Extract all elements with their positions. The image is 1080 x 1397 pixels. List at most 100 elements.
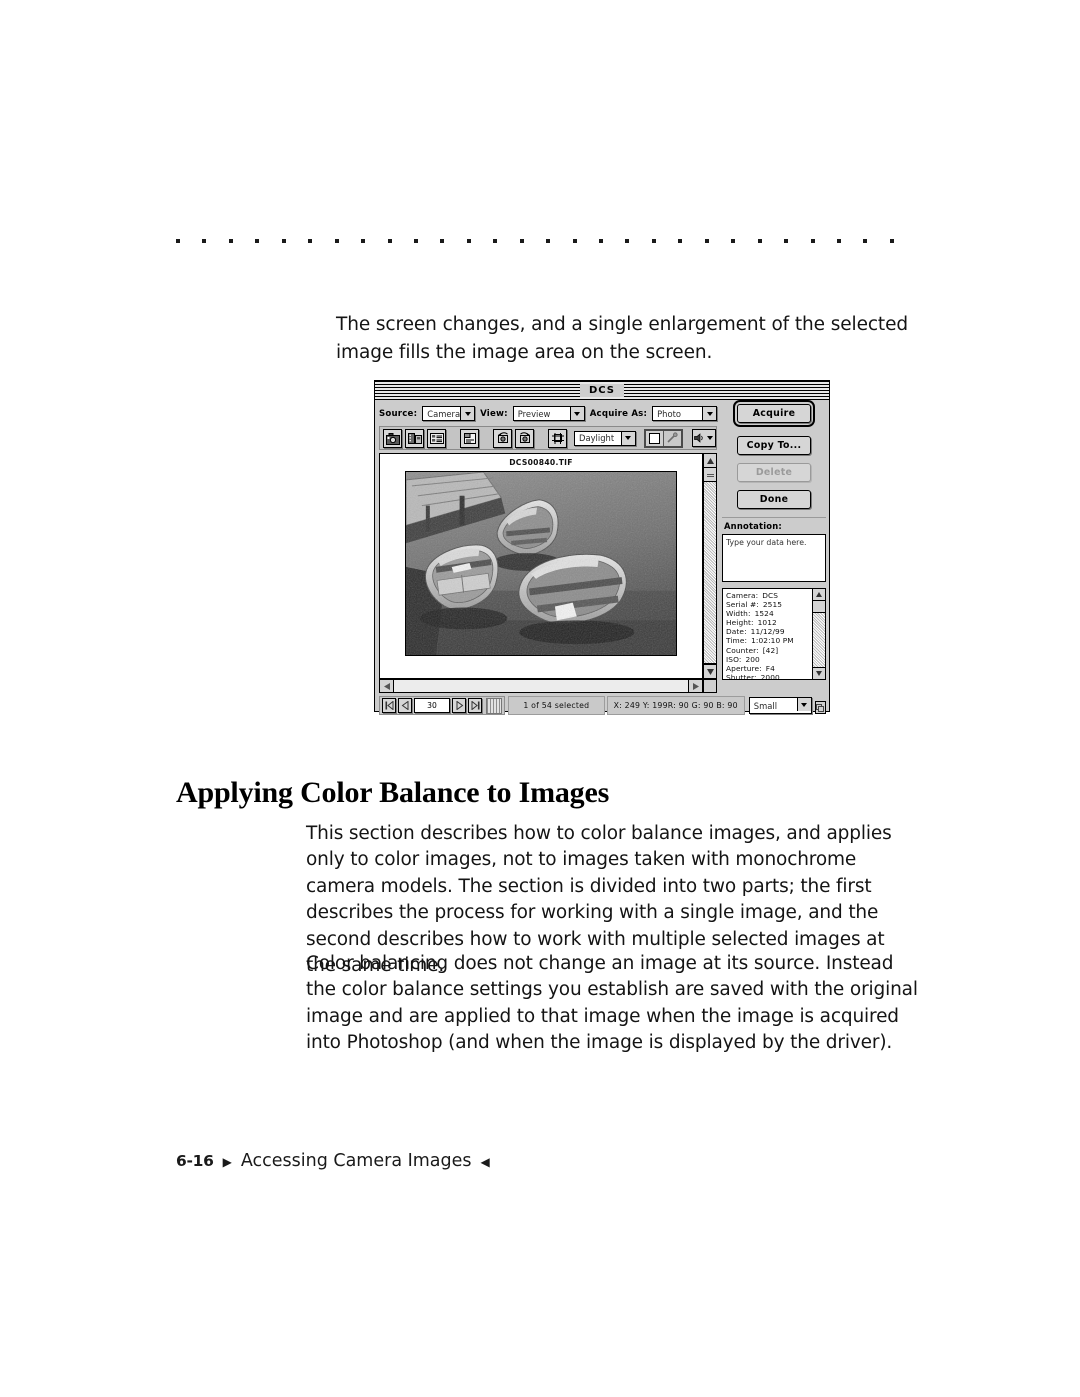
metadata-value: F4: [765, 663, 775, 673]
metadata-key: Height:: [726, 618, 754, 628]
metadata-key: Width:: [726, 609, 751, 619]
crop-icon[interactable]: [548, 428, 567, 448]
view-dropdown[interactable]: Preview: [512, 406, 585, 421]
chevron-down-icon: [702, 407, 716, 420]
camera-icon[interactable]: [383, 428, 402, 448]
image-preview-pane[interactable]: DCS00840.TIF: [379, 453, 703, 679]
metadata-row: ISO: 200: [726, 655, 812, 664]
intro-paragraph: The screen changes, and a single enlarge…: [336, 313, 908, 363]
dialog-body: Source: Camera View: Preview Acquire As:…: [375, 400, 829, 715]
metadata-value: 1524: [754, 609, 774, 619]
metadata-key: Aperture:: [726, 663, 762, 673]
source-dropdown[interactable]: Camera: [422, 406, 476, 421]
metadata-value: 11/12/99: [750, 627, 785, 637]
film-roll-icon[interactable]: [405, 428, 424, 448]
metadata-value: DCS: [762, 591, 779, 600]
page-footer: 6-16 ▶ Accessing Camera Images ◀: [176, 1151, 490, 1171]
footer-left-marker-icon: ▶: [222, 1155, 232, 1169]
acquire-button[interactable]: Acquire: [733, 400, 815, 427]
readout-status: X: 249 Y: 199 R: 90 G: 90 B: 90: [606, 696, 745, 715]
image-vertical-scrollbar[interactable]: [703, 453, 717, 679]
white-balance-value: Daylight: [579, 433, 615, 443]
metadata-row: Serial #: 2515: [726, 600, 812, 609]
source-label: Source:: [379, 408, 418, 419]
previous-frame-button[interactable]: [398, 698, 412, 713]
scroll-up-icon[interactable]: [813, 589, 825, 601]
dialog-right-column: Acquire Copy To... Delete Done Annotatio…: [722, 400, 826, 680]
footer-page-number: 6-16: [176, 1152, 214, 1170]
chevron-down-icon: [460, 407, 475, 420]
metadata-row: Date: 11/12/99: [726, 627, 812, 636]
copy-to-button[interactable]: Copy To...: [737, 436, 811, 455]
image-filename: DCS00840.TIF: [509, 458, 573, 467]
eyedropper-icon[interactable]: [663, 430, 681, 446]
metadata-key: ISO:: [726, 654, 742, 664]
image-horizontal-scrollbar[interactable]: [379, 679, 703, 693]
metadata-value: 1:02:10 PM: [751, 636, 794, 646]
document-page: The screen changes, and a single enlarge…: [0, 0, 1080, 1397]
image-toolbar: Daylight: [379, 426, 717, 450]
rotate-right-icon[interactable]: [515, 428, 534, 448]
delete-button: Delete: [737, 463, 811, 482]
first-frame-button[interactable]: [382, 698, 396, 713]
dcs-dialog-window: DCS Source: Camera View: Preview Acquire…: [374, 380, 830, 715]
chevron-down-icon: [796, 698, 811, 711]
body-paragraph-2: Color balancing does not change an image…: [306, 952, 918, 1054]
acquire-as-label: Acquire As:: [589, 408, 648, 419]
scroll-right-icon[interactable]: [688, 680, 702, 692]
contact-sheet-icon[interactable]: [427, 428, 446, 448]
annotation-input[interactable]: Type your data here.: [722, 534, 826, 582]
color-swatch-icon[interactable]: [645, 430, 664, 446]
metadata-key: Date:: [726, 627, 747, 637]
white-balance-dropdown[interactable]: Daylight: [574, 430, 636, 446]
metadata-scrollbar[interactable]: [812, 589, 825, 679]
metadata-key: Time:: [726, 636, 748, 646]
scroll-down-icon[interactable]: [704, 664, 716, 678]
scroll-down-icon[interactable]: [813, 667, 825, 679]
preview-photo[interactable]: [405, 471, 677, 656]
thumbnail-size-dropdown[interactable]: Small: [748, 697, 812, 714]
resize-grip-icon[interactable]: [814, 701, 827, 714]
scrollbar-thumb[interactable]: [704, 468, 716, 482]
dialog-status-bar: 30 1 of 54 selected X: 249 Y: 199 R: 90 …: [379, 696, 827, 715]
footer-right-marker-icon: ◀: [480, 1155, 490, 1169]
scroll-left-icon[interactable]: [380, 680, 394, 692]
acquire-as-dropdown[interactable]: Photo: [652, 406, 717, 421]
metadata-list: Camera: DCS Serial #: 2515 Width: 1524 Heig…: [723, 589, 812, 679]
metadata-key: Camera:: [726, 591, 759, 600]
dialog-title-bar: DCS: [375, 381, 829, 400]
h-scrollbar-track[interactable]: [394, 680, 688, 692]
metadata-panel[interactable]: Camera: DCS Serial #: 2515 Width: 1524 Heig…: [722, 588, 826, 680]
chevron-down-icon: [706, 436, 713, 440]
selection-status: 1 of 54 selected: [508, 696, 605, 715]
frame-number-field[interactable]: 30: [414, 698, 450, 713]
tag-icon[interactable]: [460, 428, 479, 448]
metadata-value: [42]: [762, 645, 779, 655]
dialog-title: DCS: [579, 383, 625, 397]
scrollbar-track[interactable]: [704, 482, 716, 664]
scrollbar-corner: [703, 679, 717, 693]
metadata-row: Time: 1:02:10 PM: [726, 636, 812, 645]
metadata-key: Shutter:: [726, 672, 757, 680]
sound-icon[interactable]: [691, 429, 716, 447]
metadata-value: 200: [745, 654, 760, 664]
metadata-row: Camera: DCS: [726, 591, 812, 600]
view-value: Preview: [517, 408, 551, 419]
source-view-acquire-strip: Source: Camera View: Preview Acquire As:…: [379, 404, 717, 423]
acquire-as-value: Photo: [657, 408, 682, 419]
done-button[interactable]: Done: [737, 490, 811, 509]
rotate-left-icon[interactable]: [493, 428, 512, 448]
frame-navigation-group: 30: [379, 696, 505, 715]
scrollbar-track[interactable]: [813, 613, 825, 667]
scrollbar-thumb[interactable]: [813, 601, 825, 613]
rgb-readout: R: 90 G: 90 B: 90: [667, 701, 738, 710]
metadata-value: 2000: [760, 672, 780, 680]
source-value: Camera: [427, 408, 461, 419]
footer-text: Accessing Camera Images: [240, 1151, 472, 1171]
next-frame-button[interactable]: [452, 698, 466, 713]
page-title: Applying Color Balance to Images: [176, 776, 610, 810]
last-frame-button[interactable]: [468, 698, 482, 713]
scroll-up-icon[interactable]: [704, 454, 716, 468]
annotation-group: Annotation: Type your data here.: [722, 517, 826, 582]
thumbnail-grid-button[interactable]: [486, 697, 502, 714]
